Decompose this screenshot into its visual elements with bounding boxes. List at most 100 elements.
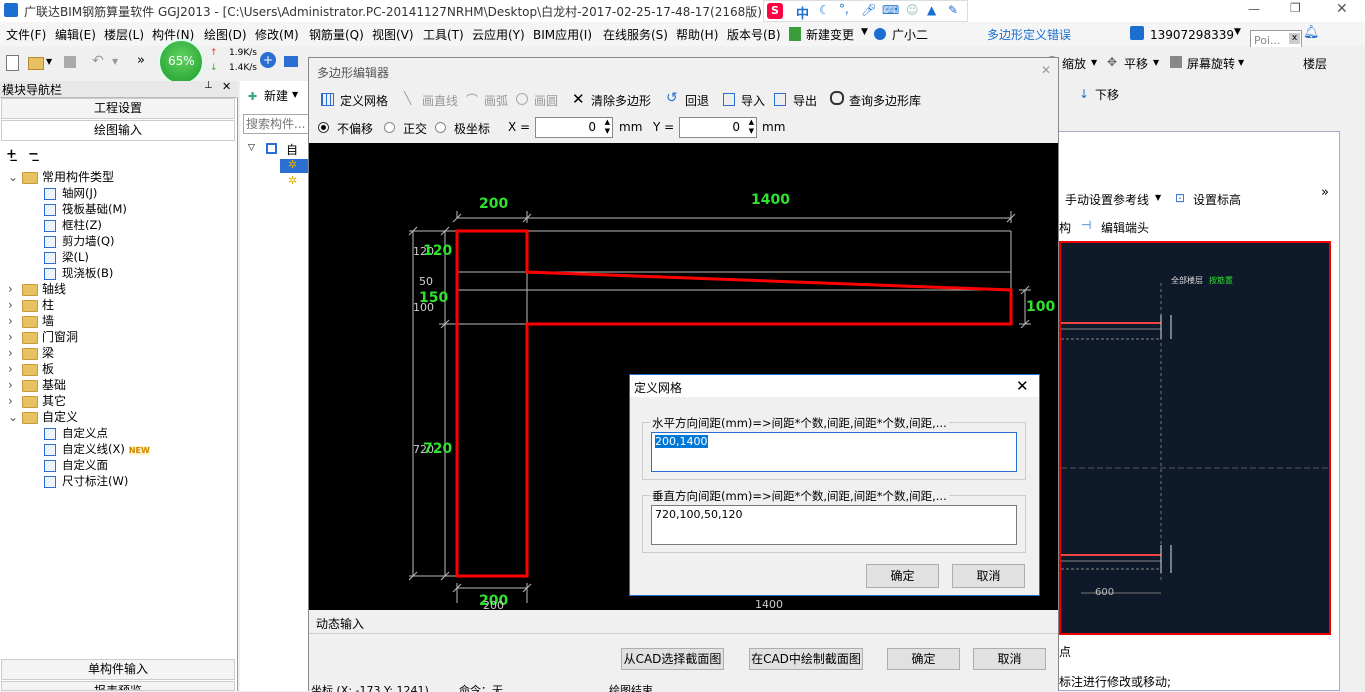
zoom-button[interactable]: 缩放 [1062,53,1086,75]
menu-bim[interactable]: BIM应用(I) [533,26,592,44]
popup-close-icon[interactable]: x [1289,33,1300,44]
menu-help[interactable]: 帮助(H) [676,26,718,44]
tree-item[interactable]: 框柱(Z) [44,217,102,233]
menu-edit[interactable]: 编辑(E) [55,26,96,44]
radio-orthogonal[interactable] [384,122,395,133]
polygon-editor-close-icon[interactable]: ✕ [1041,63,1051,77]
chevron-down-icon[interactable]: ▼ [1238,58,1244,67]
tree-collapse-icon[interactable]: ▽ [248,143,255,153]
menu-new-change[interactable]: 新建变更 [806,26,854,44]
pan-button[interactable]: 平移 [1124,53,1148,75]
menu-view[interactable]: 视图(V) [372,26,414,44]
chevron-right-icon[interactable]: › [8,313,22,329]
tree-item[interactable]: › 轴线 [8,281,66,297]
menu-guangxiaoer[interactable]: 广小二 [892,26,928,44]
tree-item[interactable]: 现浇板(B) [44,265,113,281]
select-from-cad-button[interactable]: 从CAD选择截面图 [621,648,724,670]
chevron-right-icon[interactable]: › [8,345,22,361]
chevron-down-icon[interactable]: ▼ [1155,193,1161,202]
chevron-right-icon[interactable]: › [8,377,22,393]
component-search-input[interactable] [243,114,309,134]
close-icon[interactable]: ✕ [1336,1,1348,17]
tree-item[interactable]: ⌄ 自定义 [8,409,78,425]
tree-item[interactable]: 自定义点 [44,425,108,441]
radio-no-offset[interactable] [318,122,329,133]
tree-item[interactable]: 梁(L) [44,249,89,265]
tree-item[interactable]: › 门窗洞 [8,329,78,345]
menu-version[interactable]: 版本号(B) [727,26,781,44]
define-grid-button[interactable]: 定义网格 [340,92,388,109]
mail-icon[interactable] [284,56,298,67]
chevron-right-icon[interactable]: › [8,329,22,345]
set-height-button[interactable]: 设置标高 [1193,191,1241,208]
tree-item[interactable]: › 板 [8,361,54,377]
tree-item[interactable]: 剪力墙(Q) [44,233,115,249]
grid-cancel-button[interactable]: 取消 [952,564,1025,588]
drawing-input-tab[interactable]: 绘图输入 [1,120,235,141]
chevron-right-icon[interactable]: › [8,281,22,297]
chevron-down-icon[interactable]: ▼ [46,57,52,66]
project-settings-tab[interactable]: 工程设置 [1,98,235,119]
tree-item[interactable]: 自定义线(X) NEW [44,441,150,457]
chevron-down-icon[interactable]: ▼ [861,27,868,37]
struct-button[interactable]: 构 [1059,219,1071,236]
chevron-down-icon[interactable]: ⌄ [8,169,22,185]
more-icon[interactable]: » [1321,185,1329,200]
draw-arc-button[interactable]: 画弧 [484,92,508,109]
tree-item[interactable]: 筏板基础(M) [44,201,127,217]
tree-item[interactable]: ⌄ 常用构件类型 [8,169,114,185]
collapse-all-icon[interactable]: −̲ [28,147,39,162]
tree-item[interactable]: › 柱 [8,297,54,313]
mic-icon[interactable]: 🎤︎ [861,3,876,17]
tree-item[interactable]: 尺寸标注(W) [44,473,128,489]
more-icon[interactable]: » [137,53,145,68]
expand-all-icon[interactable]: +̲ [6,147,17,162]
grid-dialog-close-icon[interactable]: ✕ [1016,377,1029,395]
speed-ball[interactable]: 65% [158,39,204,85]
tree-item[interactable]: 自定义面 [44,457,108,473]
y-spin-icon[interactable]: ▲ ▼ [749,118,754,136]
back-button[interactable]: 回退 [685,92,709,109]
chevron-right-icon[interactable]: › [8,393,22,409]
ime-toolbar[interactable]: S 中 ☾ °, 🎤︎ ⌨ ☺ ▲ ✎ [763,0,968,22]
chevron-down-icon[interactable]: ▼ [1234,27,1241,37]
menu-tools[interactable]: 工具(T) [423,26,464,44]
panel-close-icon[interactable]: ✕ [222,80,231,93]
floor-button[interactable]: 楼层 [1303,53,1327,75]
x-spin-icon[interactable]: ▲ ▼ [605,118,610,136]
tree-item[interactable]: › 其它 [8,393,66,409]
menu-cloud[interactable]: 云应用(Y) [472,26,525,44]
y-input[interactable]: 0 ▲ ▼ [679,117,757,138]
tree-item[interactable]: › 梁 [8,345,54,361]
keyboard-icon[interactable]: ⌨ [882,3,899,17]
draw-line-button[interactable]: 画直线 [422,92,458,109]
chevron-down-icon[interactable]: ▼ [292,90,298,99]
account-number[interactable]: 13907298339 [1150,26,1234,44]
menu-modify[interactable]: 修改(M) [255,26,299,44]
save-icon[interactable] [64,56,76,68]
open-folder-icon[interactable] [28,57,44,70]
wrench-icon[interactable]: ✎ [948,3,958,17]
menu-floor[interactable]: 楼层(L) [104,26,144,44]
menu-rebar-qty[interactable]: 钢筋量(Q) [309,26,364,44]
tree-item[interactable]: › 墙 [8,313,54,329]
minimize-icon[interactable]: — [1248,2,1260,16]
editor-cancel-button[interactable]: 取消 [973,648,1046,670]
right-cad-canvas[interactable]: 全部楼层 按筋置 600 [1059,241,1331,635]
polar-label[interactable]: 极坐标 [454,120,490,137]
menu-draw[interactable]: 绘图(D) [204,26,247,44]
edit-end-button[interactable]: 编辑端头 [1101,219,1149,236]
restore-icon[interactable]: ❐ [1290,1,1301,15]
export-button[interactable]: 导出 [793,92,817,109]
tree-item[interactable]: 轴网(J) [44,185,97,201]
menu-online[interactable]: 在线服务(S) [603,26,668,44]
chevron-right-icon[interactable]: › [8,297,22,313]
report-preview-tab[interactable]: 报表预览 [1,681,235,691]
horizontal-spacing-input[interactable]: 200,1400 [651,432,1017,472]
rotate-button[interactable]: 屏幕旋转 [1187,53,1235,75]
chevron-down-icon[interactable]: ▼ [1091,58,1097,67]
draw-in-cad-button[interactable]: 在CAD中绘制截面图 [749,648,863,670]
move-down-button[interactable]: 下移 [1095,86,1119,103]
import-button[interactable]: 导入 [741,92,765,109]
editor-ok-button[interactable]: 确定 [887,648,960,670]
